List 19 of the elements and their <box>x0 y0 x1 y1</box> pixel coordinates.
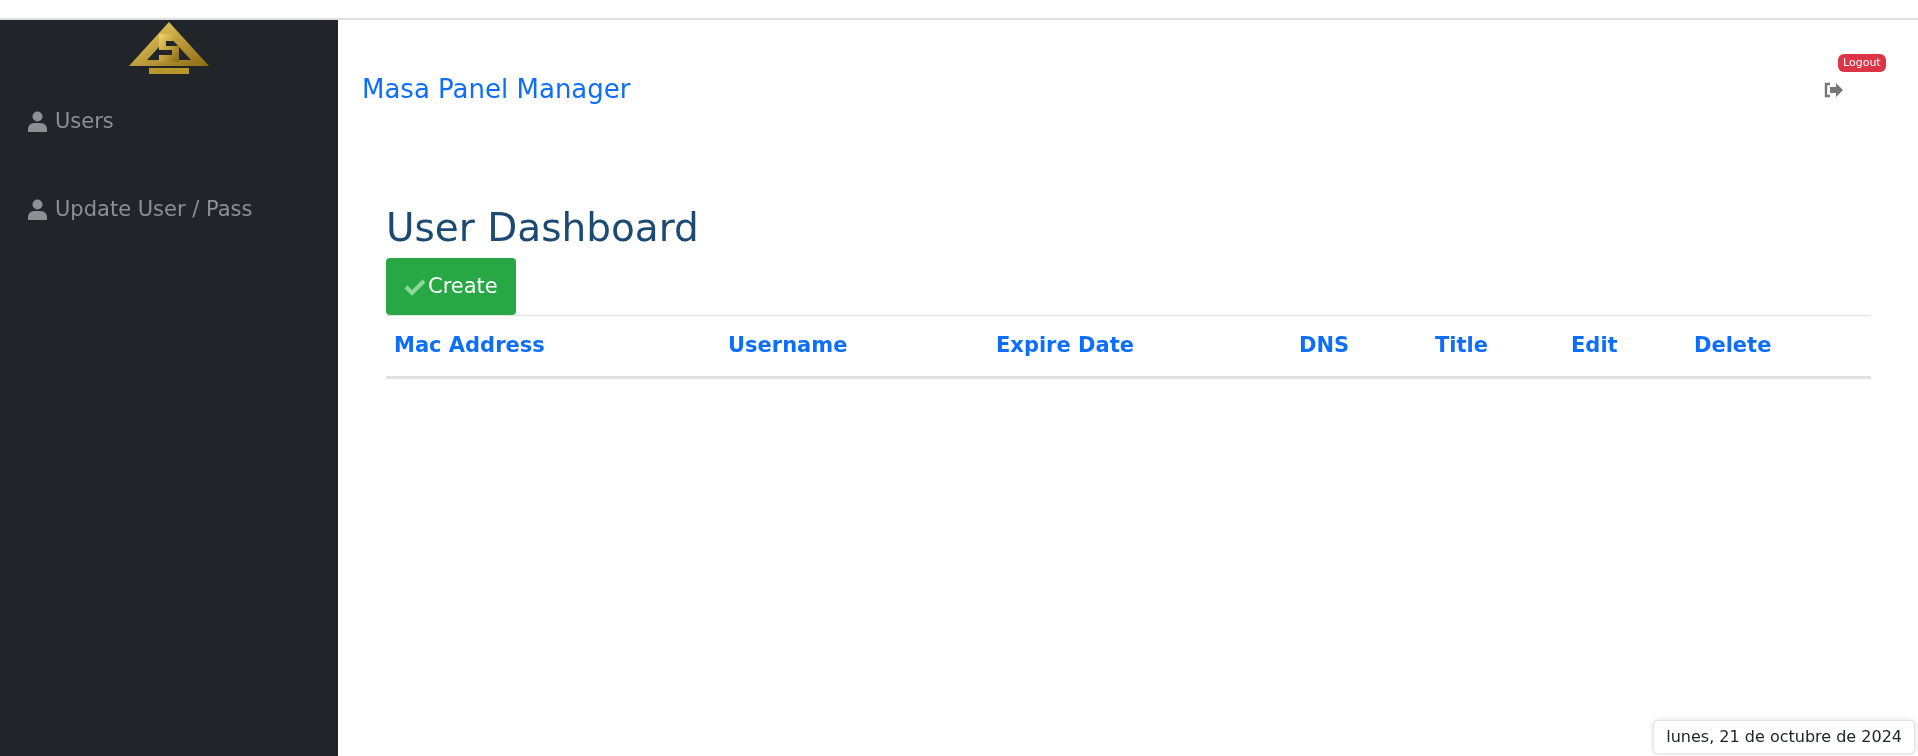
create-button[interactable]: Create <box>386 257 516 316</box>
check-icon <box>404 277 426 296</box>
column-header: Expire Date <box>995 332 1135 360</box>
logout-badge[interactable]: Logout <box>1838 53 1886 72</box>
column-header: Title <box>1434 332 1489 360</box>
column-header: Username <box>727 332 849 360</box>
column-header: DNS <box>1298 332 1351 360</box>
column-header: Delete <box>1693 332 1773 360</box>
app-title[interactable]: Masa Panel Manager <box>362 70 631 109</box>
logo-icon <box>127 20 211 75</box>
user-icon <box>28 198 47 220</box>
sidebar-item[interactable]: Users <box>0 106 338 138</box>
logout-icon[interactable] <box>1824 82 1844 98</box>
column-header: Edit <box>1570 332 1619 360</box>
date-tooltip: lunes, 21 de octubre de 2024 <box>1653 720 1915 754</box>
column-header: Mac Address <box>393 332 546 360</box>
user-icon <box>28 111 47 133</box>
page-title: User Dashboard <box>386 205 700 252</box>
sidebar-item[interactable]: Update User / Pass <box>0 193 338 225</box>
